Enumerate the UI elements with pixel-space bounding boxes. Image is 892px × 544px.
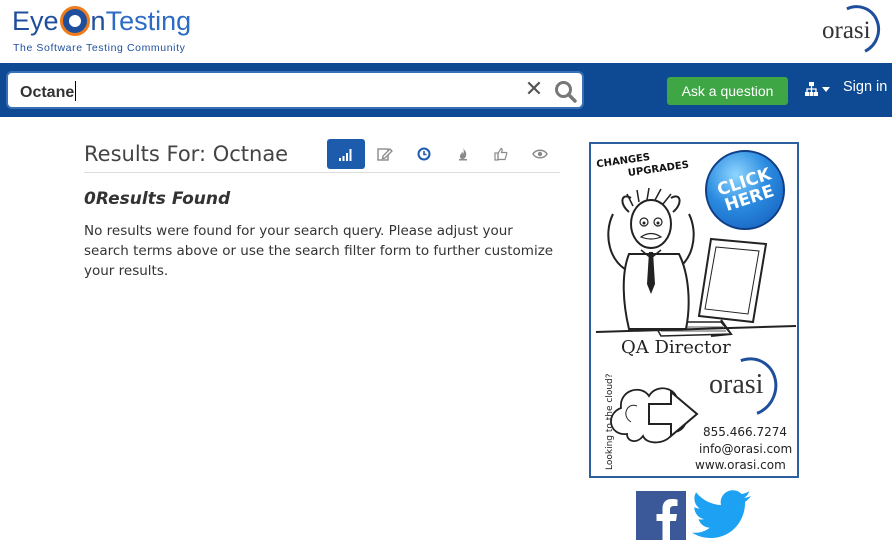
tab-relevance[interactable] xyxy=(327,139,365,169)
ask-question-button[interactable]: Ask a question xyxy=(667,77,788,105)
ad-website: www.orasi.com xyxy=(695,458,786,472)
title-divider xyxy=(84,172,560,173)
result-count: 0Results Found xyxy=(84,189,231,209)
search-input[interactable]: Octane ✕ xyxy=(6,71,584,109)
site-header: Eye nTesting The Software Testing Communi… xyxy=(0,0,892,63)
ad-role-text: QA Director xyxy=(621,337,731,358)
tab-newest[interactable] xyxy=(366,139,404,169)
sitemap-dropdown-icon[interactable] xyxy=(804,82,832,98)
click-here-badge[interactable]: CLICK HERE xyxy=(705,150,785,230)
logo-wordmark: Eye nTesting xyxy=(12,6,192,36)
tab-most-votes[interactable] xyxy=(482,139,520,169)
orasi-logo-text: orasi xyxy=(822,17,871,44)
ad-orasi-logo: orasi xyxy=(709,369,764,400)
twitter-icon[interactable] xyxy=(690,490,752,540)
search-input-value: Octane xyxy=(20,81,77,102)
search-icon[interactable] xyxy=(553,79,579,105)
tab-most-views[interactable] xyxy=(521,139,559,169)
facebook-icon[interactable] xyxy=(636,491,686,540)
clock-icon xyxy=(417,147,431,161)
fire-icon xyxy=(459,148,467,161)
text-caret xyxy=(75,81,77,101)
thumbs-up-icon xyxy=(494,147,508,161)
ad-email: info@orasi.com xyxy=(699,442,793,456)
page-title: Results For: Octnae xyxy=(84,142,289,166)
eye-icon xyxy=(532,149,548,159)
relevance-icon xyxy=(339,149,352,161)
orasi-advertisement[interactable]: CHANGES UPGRADES CLICK HERE QA Director o… xyxy=(589,142,799,478)
ad-side-text: Looking to the cloud? xyxy=(605,373,615,470)
sign-in-link[interactable]: Sign in xyxy=(843,79,887,95)
nav-bar: Octane ✕ Ask a question Sign in xyxy=(0,63,892,117)
logo-tagline: The Software Testing Community xyxy=(13,42,186,54)
ad-phone: 855.466.7274 xyxy=(703,425,787,439)
tab-hot[interactable] xyxy=(444,139,482,169)
tab-recent-activity[interactable] xyxy=(405,139,443,169)
edit-icon xyxy=(377,148,393,161)
eye-logo-icon xyxy=(59,6,90,36)
eyeontesting-logo[interactable]: Eye nTesting The Software Testing Communi… xyxy=(12,4,202,56)
clear-search-icon[interactable]: ✕ xyxy=(523,77,545,103)
orasi-logo[interactable]: orasi xyxy=(818,0,888,62)
no-results-message: No results were found for your search qu… xyxy=(84,223,554,279)
sort-tabs xyxy=(327,139,560,169)
